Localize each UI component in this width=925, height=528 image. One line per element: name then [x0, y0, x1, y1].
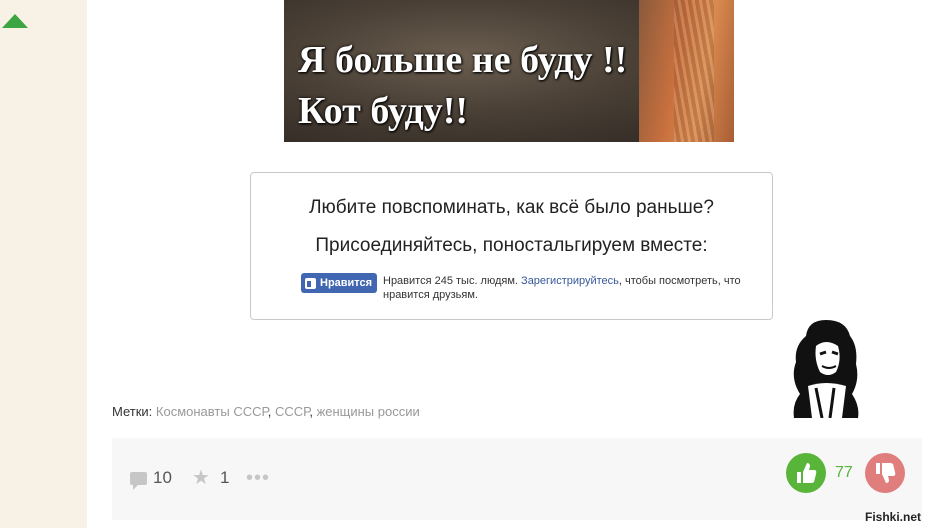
thumb-up-vote-icon — [797, 463, 817, 483]
facebook-like-text: Нравится 245 тыс. людям. Зарегистрируйте… — [383, 274, 763, 302]
thumb-down-vote-icon — [876, 463, 896, 483]
comments-count: 10 — [153, 468, 172, 487]
watermark: Fishki.net — [864, 510, 921, 524]
tag-link[interactable]: женщины россии — [317, 404, 420, 419]
rating-count: 77 — [835, 464, 853, 481]
promo-line1: Любите повспоминать, как всё было раньше… — [309, 197, 714, 218]
meme-caption-line1: Я больше не буду !! — [298, 39, 628, 81]
tags-label: Метки: — [112, 404, 156, 419]
promo-line2: Присоединяйтесь, поностальгируем вместе: — [315, 235, 708, 256]
meme-caption-line2: Кот буду!! — [298, 90, 469, 132]
star-icon: ★ — [192, 467, 210, 489]
favorites-button[interactable]: ★ 1 — [192, 468, 229, 488]
scroll-up-icon[interactable] — [2, 14, 28, 28]
meme-fur-texture — [674, 0, 714, 142]
post-footer: 10 ★ 1 ••• 77 — [112, 438, 922, 520]
register-link[interactable]: Зарегистрируйтесь — [521, 275, 619, 287]
avatar — [793, 320, 859, 418]
thumbs-up-icon — [305, 277, 316, 289]
comments-button[interactable]: 10 — [130, 468, 172, 490]
tag-separator: , — [309, 404, 317, 419]
tag-link[interactable]: СССР — [275, 404, 309, 419]
favorites-count: 1 — [219, 468, 230, 487]
tag-separator: , — [267, 404, 275, 419]
facebook-like-button[interactable]: Нравится — [301, 273, 378, 293]
more-icon[interactable]: ••• — [246, 468, 270, 488]
comment-icon — [130, 471, 147, 490]
facebook-like-label: Нравится — [320, 277, 373, 289]
left-rail — [0, 0, 87, 528]
tags-line: Метки: Космонавты СССР, СССР, женщины ро… — [112, 404, 420, 419]
like-count-text: Нравится 245 тыс. людям. — [383, 275, 522, 287]
downvote-button[interactable] — [865, 453, 905, 493]
meme-image: Я больше не буду !! Кот буду!! — [284, 0, 734, 142]
facebook-promo-box: Любите повспоминать, как всё было раньше… — [250, 172, 794, 321]
upvote-button[interactable] — [786, 453, 826, 493]
tag-link[interactable]: Космонавты СССР — [156, 404, 268, 419]
